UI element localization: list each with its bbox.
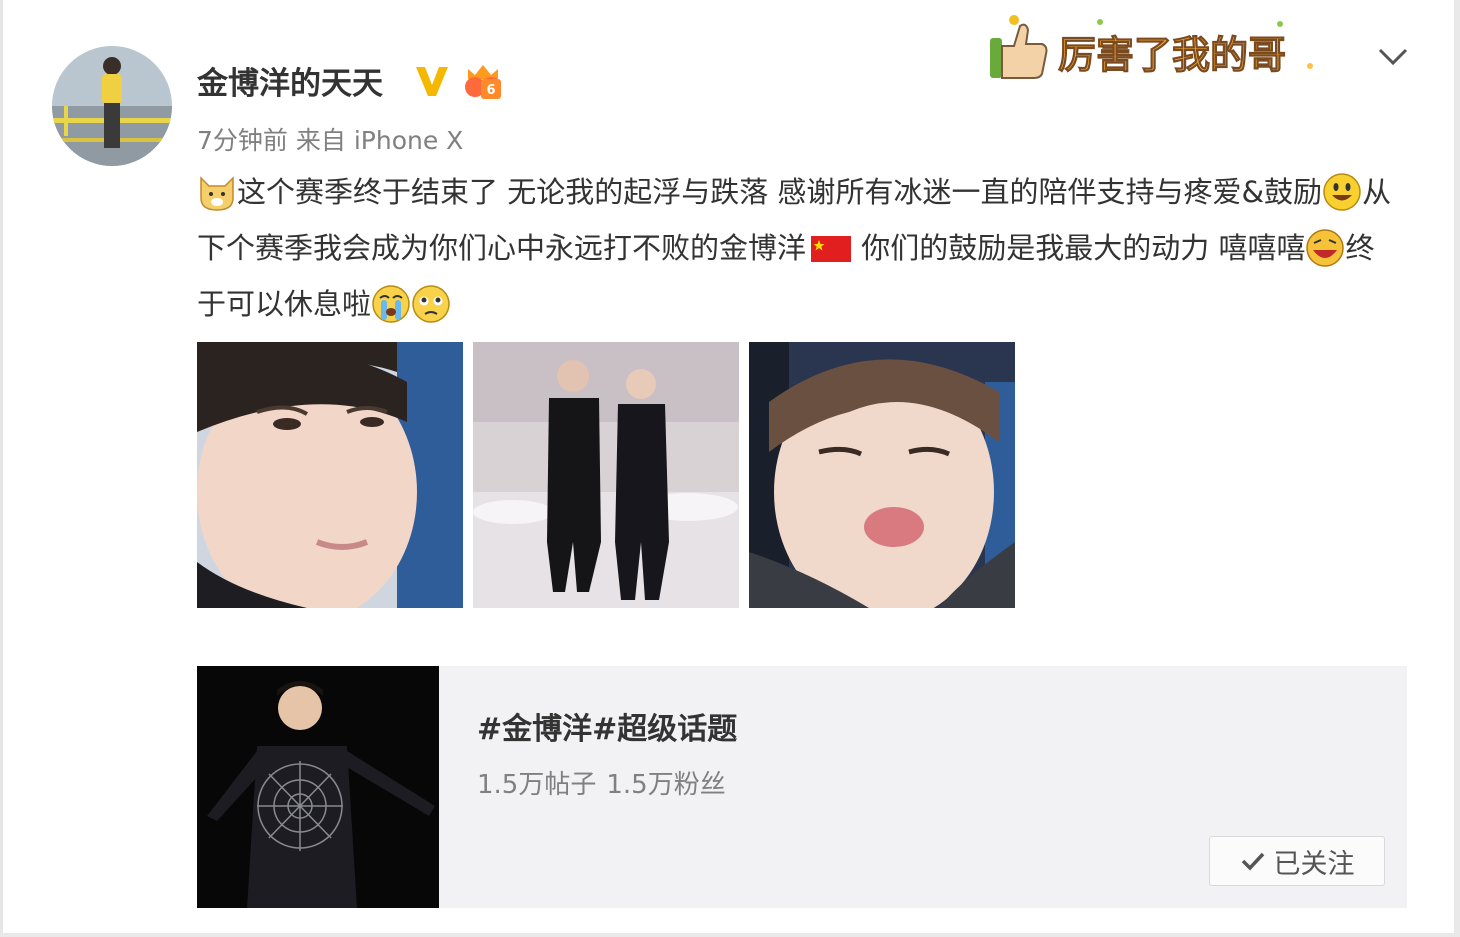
thumbs-up-stamp-icon: 厉害了我的哥 (990, 15, 1313, 79)
verified-v-icon (416, 67, 448, 96)
check-icon (1241, 852, 1264, 871)
pleading-emoji-icon (412, 285, 450, 323)
window-border-right (1454, 0, 1460, 937)
chevron-down-icon[interactable] (1376, 44, 1410, 68)
topic-posts-count: 1.5万帖子 (477, 770, 597, 800)
post-photo-3[interactable] (749, 342, 1015, 608)
super-topic-card[interactable]: #金博洋#超级话题 1.5万帖子 1.5万粉丝 已关注 (197, 666, 1407, 908)
laugh-emoji-icon (1306, 229, 1345, 267)
dog-face-emoji-icon (200, 176, 234, 211)
post-text: 这个赛季终于结束了 无论我的起浮与跌落 感谢所有冰迷一直的陪伴支持与疼爱&鼓励 … (197, 164, 1397, 332)
topic-fans-count: 1.5万粉丝 (606, 770, 726, 800)
post-photo-2[interactable] (473, 342, 739, 608)
vip-member-icon[interactable]: 6 (462, 61, 504, 101)
svg-text:6: 6 (486, 83, 495, 98)
stamp-text: 厉害了我的哥 (1058, 33, 1286, 77)
username[interactable]: 金博洋的天天 (197, 58, 383, 103)
post-meta: 7分钟前 来自 iPhone X (197, 121, 471, 157)
window-border-bottom (0, 933, 1460, 937)
topic-cover-image[interactable] (197, 666, 439, 908)
post-text-part-3: 你们的鼓励是我最大的动力 嘻嘻嘻 (852, 231, 1306, 265)
post-time[interactable]: 7分钟前 (197, 126, 288, 155)
china-flag-icon (811, 236, 852, 262)
avatar[interactable] (52, 46, 172, 166)
followed-button[interactable]: 已关注 (1209, 836, 1385, 886)
crying-emoji-icon (372, 285, 410, 323)
post-text-part-1: 这个赛季终于结束了 无论我的起浮与跌落 感谢所有冰迷一直的陪伴支持与疼爱&鼓励 (237, 175, 1323, 209)
topic-title[interactable]: #金博洋#超级话题 (477, 704, 737, 748)
post-photo-1[interactable] (197, 342, 463, 608)
topic-stats: 1.5万帖子 1.5万粉丝 (477, 764, 736, 801)
followed-label: 已关注 (1273, 848, 1355, 880)
window-border-left (0, 0, 3, 937)
smile-emoji-icon (1323, 173, 1361, 211)
post-source[interactable]: 来自 iPhone X (296, 126, 463, 155)
